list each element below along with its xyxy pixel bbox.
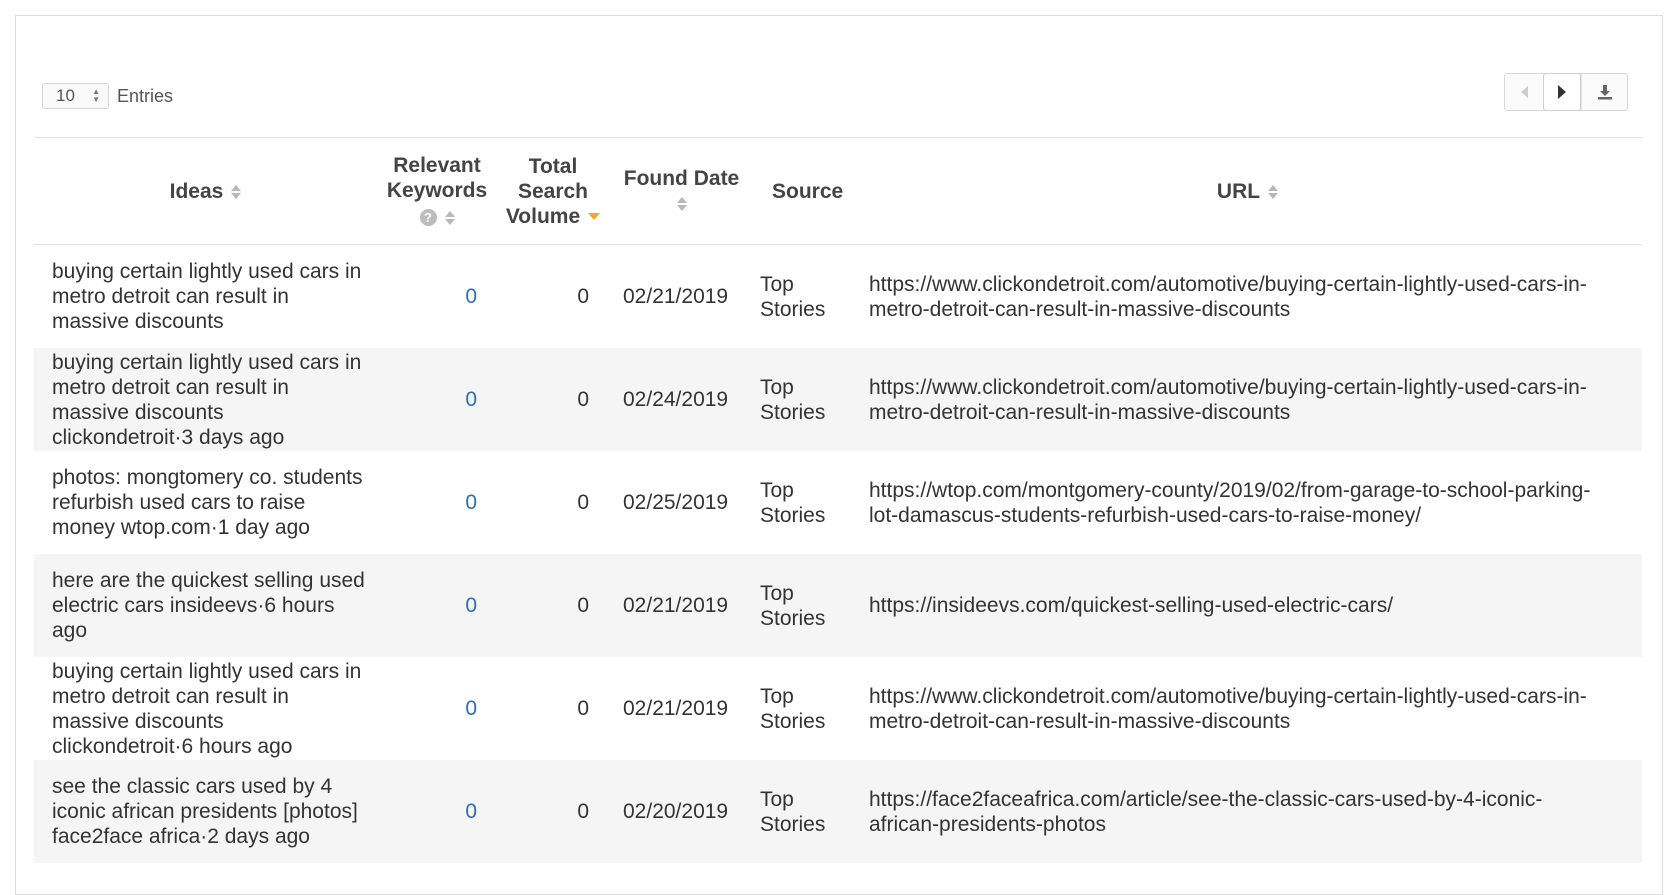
volume-cell: 0 [577,285,589,308]
volume-cell: 0 [577,697,589,720]
keywords-link[interactable]: 0 [465,594,477,617]
table-header-row: Ideas Relevant Keywords ? Total Search V… [34,137,1642,245]
url-cell: https://www.clickondetroit.com/automotiv… [869,684,1587,733]
volume-cell: 0 [497,554,609,657]
keywords-link[interactable]: 0 [465,800,477,823]
date-cell: 02/24/2019 [609,348,754,451]
keywords-link[interactable]: 0 [465,285,477,308]
sort-icon[interactable] [231,184,242,200]
keywords-link[interactable]: 0 [465,388,477,411]
next-page-button[interactable] [1543,73,1581,111]
volume-cell: 0 [497,760,609,863]
sort-icon[interactable] [444,210,455,226]
table-row: buying certain lightly used cars in metr… [34,245,1642,349]
chevron-right-icon [1558,85,1566,99]
header-found-date[interactable]: Found Date [609,138,754,245]
sort-icon[interactable] [1268,184,1279,200]
url-cell: https://face2faceafrica.com/article/see-… [853,760,1642,863]
idea-cell: see the classic cars used by 4 iconic af… [34,760,377,863]
entries-select[interactable]: 10 ▲ ▼ [42,83,109,109]
keywords-cell: 0 [377,554,497,657]
header-ideas[interactable]: Ideas [34,138,377,245]
idea-cell: buying certain lightly used cars in metr… [34,348,377,451]
keywords-cell: 0 [377,657,497,760]
ideas-table: Ideas Relevant Keywords ? Total Search V… [34,137,1642,863]
entries-control: 10 ▲ ▼ Entries [42,83,173,109]
sort-desc-icon[interactable] [588,213,601,221]
source-cell: Top Stories [760,684,826,733]
keywords-cell: 0 [377,348,497,451]
date-cell: 02/21/2019 [609,554,754,657]
entries-label: Entries [117,85,174,106]
keywords-link[interactable]: 0 [465,491,477,514]
source-cell: Top Stories [754,760,853,863]
download-button[interactable] [1581,74,1627,110]
idea-cell: here are the quickest selling used elect… [34,554,377,657]
table-row: buying certain lightly used cars in metr… [34,657,1642,760]
chevron-left-icon [1520,86,1528,98]
header-source: Source [772,179,844,203]
table-row: photos: mongtomery co. students refurbis… [34,451,1642,554]
entries-value: 10 [56,86,75,105]
url-cell: https://wtop.com/montgomery-county/2019/… [869,478,1591,527]
prev-page-button[interactable] [1505,74,1543,110]
date-cell: 02/20/2019 [609,760,754,863]
keywords-cell: 0 [377,245,497,349]
source-cell: Top Stories [754,348,853,451]
source-cell: Top Stories [754,554,853,657]
volume-cell: 0 [497,348,609,451]
header-url[interactable]: URL [853,138,1642,245]
url-cell: https://insideevs.com/quickest-selling-u… [853,554,1642,657]
header-total-search-volume[interactable]: Total Search Volume [497,138,609,245]
help-icon[interactable]: ? [419,209,437,227]
idea-cell: buying certain lightly used cars in metr… [52,659,362,758]
date-cell: 02/25/2019 [623,491,729,514]
source-cell: Top Stories [760,478,826,527]
keywords-cell: 0 [377,451,497,554]
keywords-link[interactable]: 0 [465,697,477,720]
sort-icon[interactable] [676,196,687,212]
volume-cell: 0 [577,491,589,514]
url-cell: https://www.clickondetroit.com/automotiv… [853,348,1642,451]
table-row: here are the quickest selling used elect… [34,554,1642,657]
pagination-toolbar [1504,73,1628,111]
spinner-icon: ▲ ▼ [92,87,100,104]
table-row: see the classic cars used by 4 iconic af… [34,760,1642,863]
idea-cell: photos: mongtomery co. students refurbis… [52,466,363,539]
download-icon [1597,85,1612,100]
url-cell: https://www.clickondetroit.com/automotiv… [869,272,1587,321]
header-relevant-keywords[interactable]: Relevant Keywords ? [377,138,497,245]
date-cell: 02/21/2019 [623,697,729,720]
table-row: buying certain lightly used cars in metr… [34,348,1642,451]
keywords-cell: 0 [377,760,497,863]
idea-cell: buying certain lightly used cars in metr… [52,260,362,333]
date-cell: 02/21/2019 [623,285,729,308]
source-cell: Top Stories [760,272,826,321]
